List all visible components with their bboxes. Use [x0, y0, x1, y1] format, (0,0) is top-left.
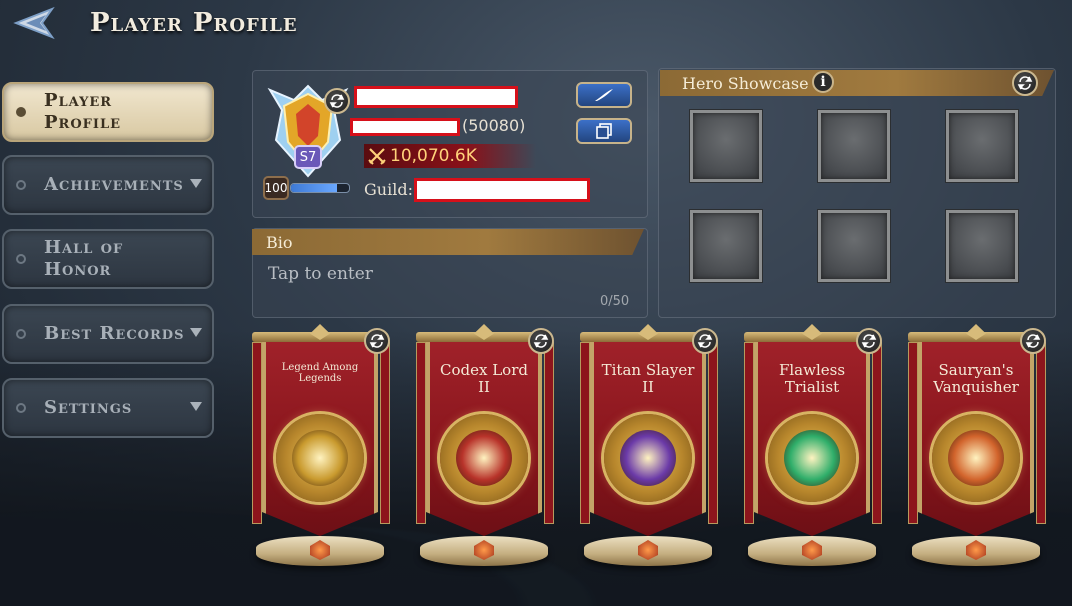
achievement-medal[interactable]: Titan Slayer II — [576, 328, 720, 578]
nav-dot-icon — [16, 254, 26, 264]
medal-title: Sauryan's Vanquisher — [933, 361, 1019, 396]
banner-strip — [908, 342, 918, 524]
sidebar-item-label: Settings — [44, 397, 133, 418]
refresh-icon — [329, 94, 345, 108]
refresh-icon — [1017, 76, 1033, 90]
medal-title: Codex Lord II — [440, 361, 528, 396]
xp-bar — [290, 183, 350, 193]
sidebar-item-settings[interactable]: Settings — [2, 378, 214, 438]
medal-emblem-icon — [948, 430, 1004, 486]
refresh-icon — [697, 334, 713, 348]
player-name-redacted — [354, 86, 518, 108]
banner-strip — [252, 342, 262, 524]
medal-title: Flawless Trialist — [778, 361, 846, 396]
hero-showcase-label: Hero Showcase — [682, 73, 809, 93]
quill-icon — [595, 89, 613, 101]
achievement-medal[interactable]: Codex Lord II — [412, 328, 556, 578]
hero-slot[interactable] — [690, 210, 762, 282]
copy-icon — [596, 123, 612, 139]
banner-strip — [708, 342, 718, 524]
banner-strip — [580, 342, 590, 524]
power-bar: 10,070.6K — [364, 144, 536, 168]
back-arrow-icon — [13, 6, 55, 40]
hero-slot[interactable] — [946, 210, 1018, 282]
player-id-redacted — [350, 118, 460, 136]
nav-dot-icon — [16, 403, 26, 413]
info-icon[interactable]: i — [812, 71, 834, 93]
achievement-medal[interactable]: Flawless Trialist — [740, 328, 884, 578]
guild-name-redacted — [414, 178, 590, 202]
medal-refresh-button[interactable] — [1020, 328, 1046, 354]
bio-input[interactable]: Tap to enter — [268, 264, 373, 284]
nav-dot-icon — [16, 329, 26, 339]
sidebar-item-label: Best Records — [44, 323, 185, 344]
guild-label: Guild: — [364, 180, 413, 199]
medal-refresh-button[interactable] — [364, 328, 390, 354]
hero-slot[interactable] — [818, 110, 890, 182]
refresh-icon — [533, 334, 549, 348]
chevron-down-icon[interactable] — [190, 179, 202, 188]
sidebar-item-label: Hall of Honor — [44, 237, 124, 280]
level-badge: 100 — [263, 176, 289, 200]
nav-dot-icon — [16, 180, 26, 190]
xp-fill — [291, 184, 338, 192]
sidebar-item-label: Achievements — [44, 174, 184, 195]
medal-emblem-icon — [620, 430, 676, 486]
bio-header: Bio — [252, 229, 644, 255]
chevron-down-icon[interactable] — [190, 402, 202, 411]
refresh-icon — [861, 334, 877, 348]
banner-strip — [380, 342, 390, 524]
banner-strip — [744, 342, 754, 524]
sidebar-item-label: Player Profile — [44, 90, 122, 133]
showcase-refresh-button[interactable] — [1012, 70, 1038, 96]
medal-emblem-icon — [292, 430, 348, 486]
chevron-down-icon[interactable] — [190, 328, 202, 337]
medal-title: Titan Slayer II — [601, 361, 695, 396]
bio-header-label: Bio — [266, 232, 293, 252]
medal-emblem-icon — [456, 430, 512, 486]
medal-refresh-button[interactable] — [856, 328, 882, 354]
page-title: Player Profile — [90, 8, 298, 38]
sidebar-item-achievements[interactable]: Achievements — [2, 155, 214, 215]
medal-emblem-icon — [784, 430, 840, 486]
banner-strip — [872, 342, 882, 524]
sidebar-item-player-profile[interactable]: Player Profile — [2, 82, 214, 142]
banner-strip — [544, 342, 554, 524]
hero-showcase-header: Hero Showcase — [660, 70, 1054, 96]
banner-strip — [1036, 342, 1046, 524]
copy-id-button[interactable] — [576, 118, 632, 144]
emblem-refresh-button[interactable] — [324, 88, 350, 114]
hero-slot[interactable] — [946, 110, 1018, 182]
refresh-icon — [369, 334, 385, 348]
refresh-icon — [1025, 334, 1041, 348]
sidebar-item-best-records[interactable]: Best Records — [2, 304, 214, 364]
season-badge: S7 — [299, 150, 317, 165]
medal-refresh-button[interactable] — [528, 328, 554, 354]
back-button[interactable] — [8, 4, 60, 42]
medal-refresh-button[interactable] — [692, 328, 718, 354]
hero-slot[interactable] — [818, 210, 890, 282]
edit-profile-button[interactable] — [576, 82, 632, 108]
achievement-medal[interactable]: Sauryan's Vanquisher — [904, 328, 1048, 578]
crossed-swords-icon — [368, 148, 386, 165]
achievement-medal[interactable]: Legend Among Legends — [248, 328, 392, 578]
banner-strip — [416, 342, 426, 524]
power-value: 10,070.6K — [390, 146, 477, 166]
sidebar-item-hall-of-honor[interactable]: Hall of Honor — [2, 229, 214, 289]
nav-dot-icon — [16, 107, 26, 117]
medal-title: Legend Among Legends — [281, 362, 359, 384]
bio-char-count: 0/50 — [600, 294, 630, 309]
player-rating: (50080) — [462, 116, 526, 135]
hero-slot[interactable] — [690, 110, 762, 182]
